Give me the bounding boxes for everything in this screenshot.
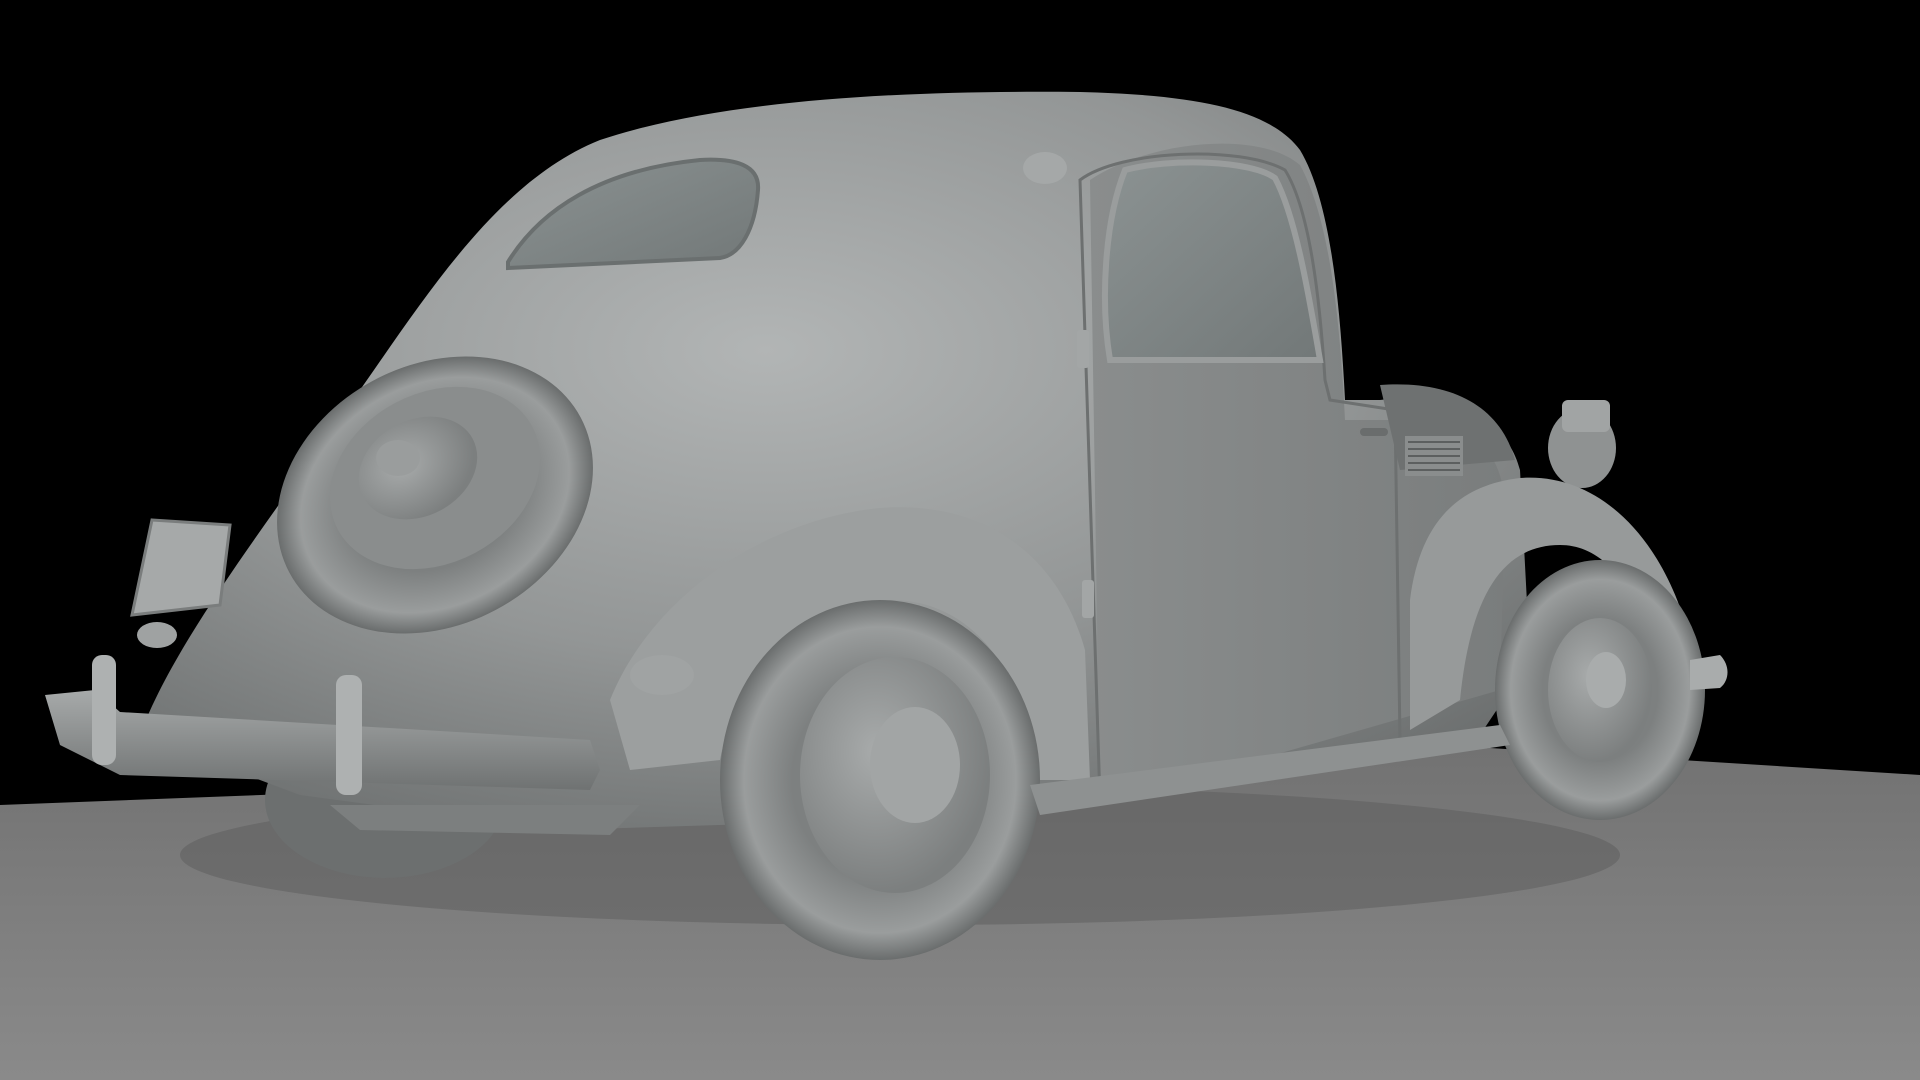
license-plate	[130, 518, 232, 617]
taillight-right	[630, 655, 694, 695]
front-bumper	[1690, 655, 1728, 690]
fuel-cap	[1023, 152, 1067, 184]
door-handle	[1360, 428, 1388, 436]
front-wheel	[1495, 560, 1705, 820]
hood-vent	[1405, 436, 1463, 476]
rear-right-wheel	[720, 600, 1040, 960]
door-hinge-lower	[1082, 580, 1094, 618]
bumper-guard-right	[336, 675, 362, 795]
render-scene	[0, 91, 1920, 1080]
taillight-left	[137, 622, 177, 648]
headlamp	[1548, 400, 1616, 488]
door-hinge-upper	[1077, 330, 1089, 368]
bumper-guard-left	[92, 655, 116, 765]
render-viewport	[0, 0, 1920, 1080]
